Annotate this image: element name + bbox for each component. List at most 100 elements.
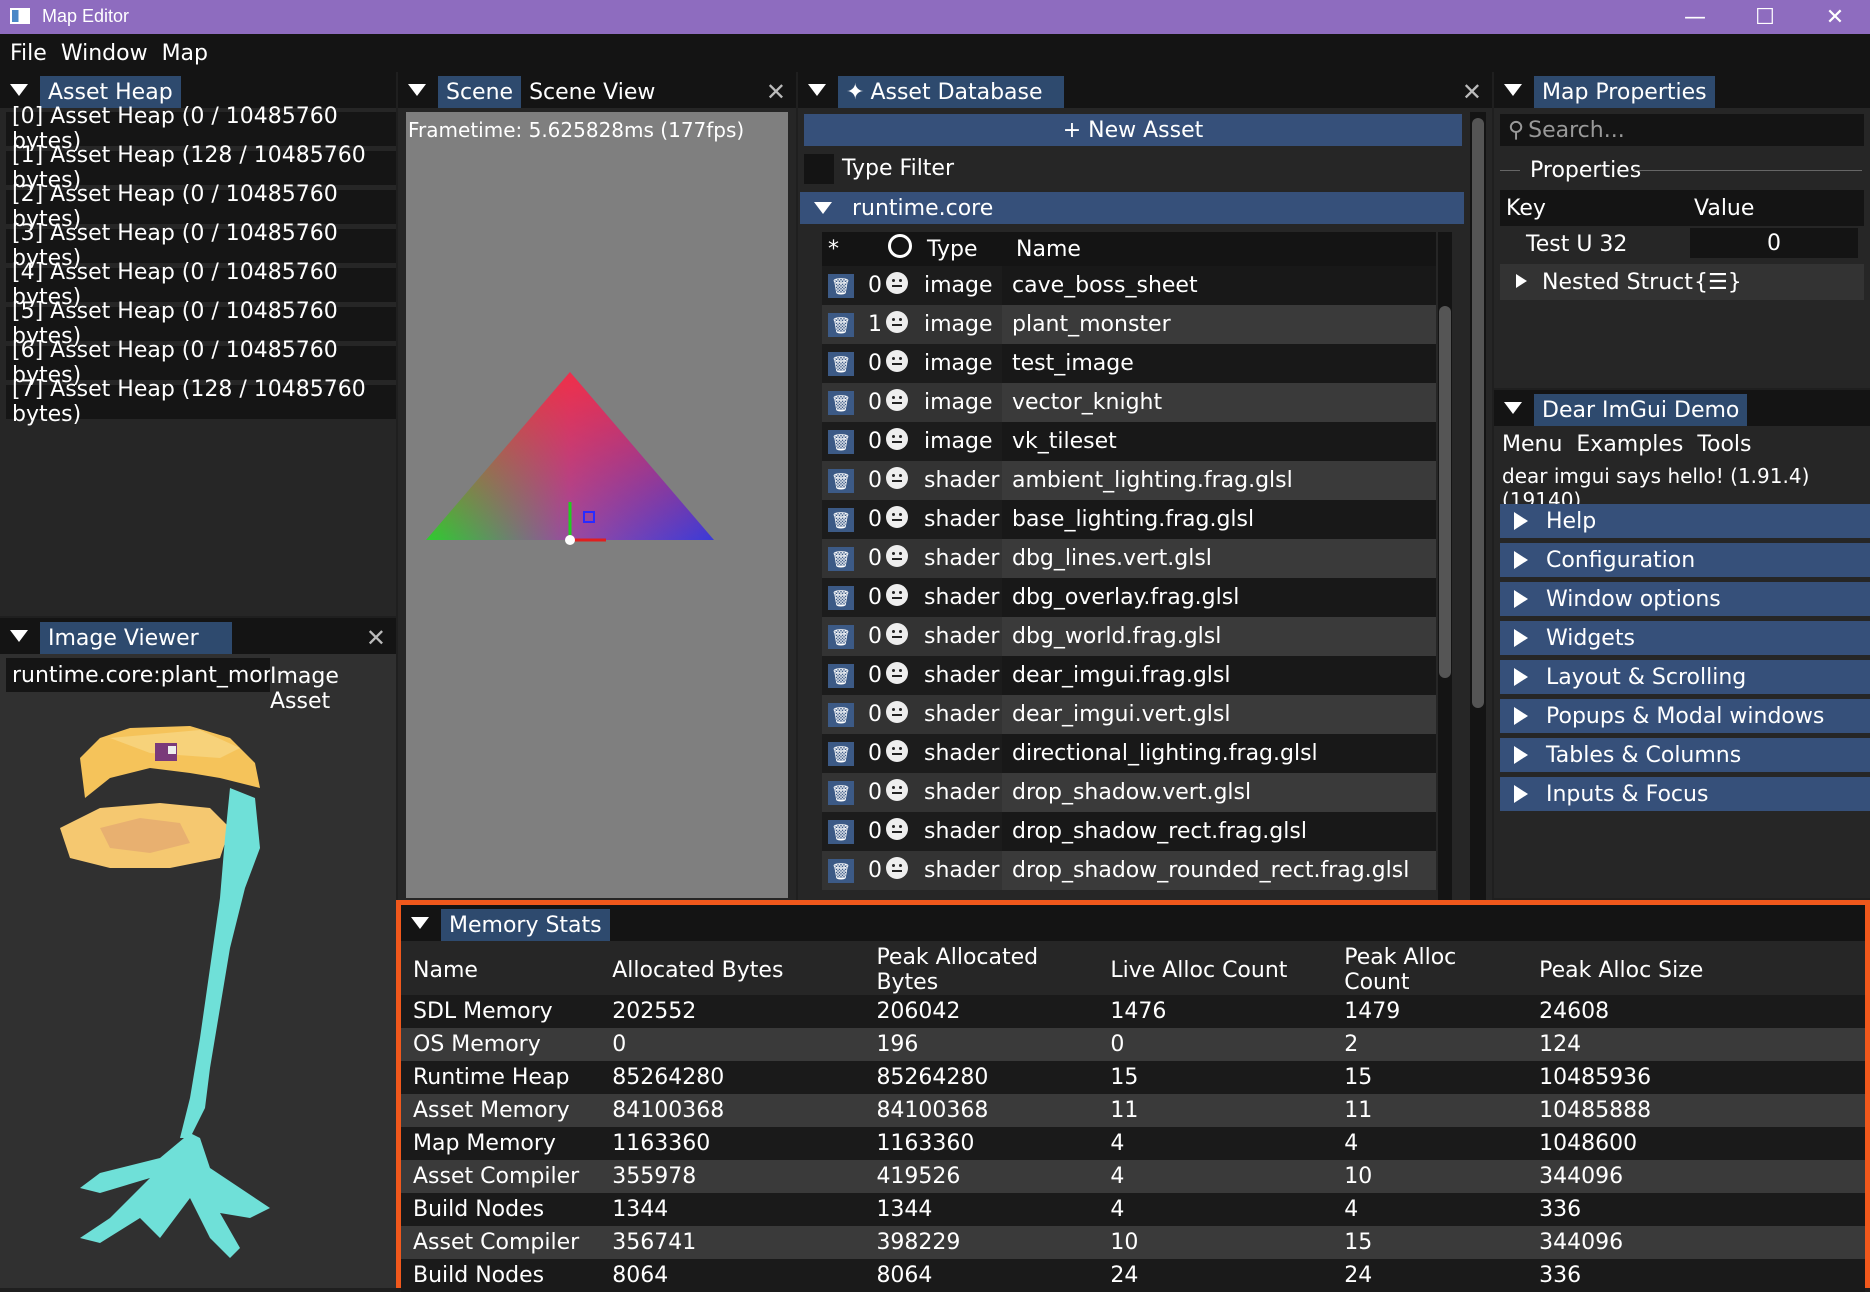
asset-row[interactable]: 🗑 0 shader dbg_overlay.frag.glsl	[822, 578, 1436, 617]
menu-window[interactable]: Window	[61, 41, 148, 66]
asset-name[interactable]: drop_shadow_rect.frag.glsl	[1002, 812, 1436, 851]
group-runtime-core[interactable]: runtime.core	[800, 192, 1464, 224]
close-icon[interactable]: ✕	[766, 78, 786, 106]
trash-icon[interactable]: 🗑	[828, 430, 854, 455]
asset-name[interactable]: drop_shadow_rounded_rect.frag.glsl	[1002, 851, 1436, 890]
collapse-icon[interactable]	[1504, 402, 1522, 414]
asset-row[interactable]: 🗑 0 image vector_knight	[822, 383, 1436, 422]
trash-icon[interactable]: 🗑	[828, 859, 854, 884]
demo-examples[interactable]: Examples	[1576, 432, 1683, 457]
asset-row[interactable]: 🗑 0 shader dbg_world.frag.glsl	[822, 617, 1436, 656]
trash-icon[interactable]: 🗑	[828, 469, 854, 494]
asset-name[interactable]: vk_tileset	[1002, 422, 1436, 461]
asset-name[interactable]: plant_monster	[1002, 305, 1436, 344]
asset-name[interactable]: ambient_lighting.frag.glsl	[1002, 461, 1436, 500]
asset-name[interactable]: cave_boss_sheet	[1002, 266, 1436, 305]
trash-icon[interactable]: 🗑	[828, 820, 854, 845]
close-icon[interactable]: ✕	[366, 624, 386, 652]
demo-tools[interactable]: Tools	[1697, 432, 1751, 457]
demo-section-tables[interactable]: Tables & Columns	[1500, 738, 1870, 772]
demo-section-layout[interactable]: Layout & Scrolling	[1500, 660, 1870, 694]
asset-row[interactable]: 🗑 0 image test_image	[822, 344, 1436, 383]
asset-heap-item[interactable]: [1] Asset Heap (128 / 10485760 bytes)	[6, 143, 396, 193]
asset-name[interactable]: dear_imgui.vert.glsl	[1002, 695, 1436, 734]
prop-row-nested[interactable]: Nested Struct {☰}	[1500, 264, 1864, 300]
asset-row[interactable]: 🗑 0 shader dbg_lines.vert.glsl	[822, 539, 1436, 578]
close-icon[interactable]: ✕	[1462, 78, 1482, 106]
search-input[interactable]: ⚲ Search...	[1500, 114, 1864, 146]
minimize-button[interactable]: —	[1660, 0, 1730, 34]
asset-row[interactable]: 🗑 0 image vk_tileset	[822, 422, 1436, 461]
asset-row[interactable]: 🗑 0 shader dear_imgui.frag.glsl	[822, 656, 1436, 695]
trash-icon[interactable]: 🗑	[828, 625, 854, 650]
close-button[interactable]: ✕	[1800, 0, 1870, 34]
asset-name[interactable]: vector_knight	[1002, 383, 1436, 422]
asset-name[interactable]: base_lighting.frag.glsl	[1002, 500, 1436, 539]
collapse-icon[interactable]	[411, 917, 429, 929]
trash-icon[interactable]: 🗑	[828, 391, 854, 416]
trash-icon[interactable]: 🗑	[828, 352, 854, 377]
image-path-field[interactable]: runtime.core:plant_monst	[6, 658, 270, 692]
menu-map[interactable]: Map	[162, 41, 208, 66]
expand-icon[interactable]	[1516, 274, 1527, 288]
asset-row[interactable]: 🗑 0 shader base_lighting.frag.glsl	[822, 500, 1436, 539]
scene-viewport[interactable]: Frametime: 5.625828ms (177fps)	[406, 112, 788, 898]
collapse-icon[interactable]	[10, 84, 28, 96]
demo-section-window-options[interactable]: Window options	[1500, 582, 1870, 616]
collapse-icon[interactable]	[808, 84, 826, 96]
asset-heap-item[interactable]: [2] Asset Heap (0 / 10485760 bytes)	[6, 182, 396, 232]
asset-name[interactable]: drop_shadow.vert.glsl	[1002, 773, 1436, 812]
asset-heap-item[interactable]: [7] Asset Heap (128 / 10485760 bytes)	[6, 377, 396, 427]
tab-imgui-demo[interactable]: Dear ImGui Demo	[1534, 394, 1748, 426]
trash-icon[interactable]: 🗑	[828, 547, 854, 572]
asset-heap-item[interactable]: [6] Asset Heap (0 / 10485760 bytes)	[6, 338, 396, 388]
maximize-button[interactable]: ☐	[1730, 0, 1800, 34]
scrollbar-track[interactable]	[1470, 112, 1486, 900]
demo-section-help[interactable]: Help	[1500, 504, 1870, 538]
asset-name[interactable]: dbg_world.frag.glsl	[1002, 617, 1436, 656]
asset-name[interactable]: dbg_overlay.frag.glsl	[1002, 578, 1436, 617]
asset-name[interactable]: dbg_lines.vert.glsl	[1002, 539, 1436, 578]
asset-heap-item[interactable]: [5] Asset Heap (0 / 10485760 bytes)	[6, 299, 396, 349]
tab-memory-stats[interactable]: Memory Stats	[441, 909, 610, 941]
new-asset-button[interactable]: + New Asset	[804, 114, 1462, 146]
trash-icon[interactable]: 🗑	[828, 664, 854, 689]
asset-row[interactable]: 🗑 0 shader dear_imgui.vert.glsl	[822, 695, 1436, 734]
scrollbar-thumb[interactable]	[1472, 118, 1484, 708]
asset-row[interactable]: 🗑 0 shader drop_shadow_rect.frag.glsl	[822, 812, 1436, 851]
trash-icon[interactable]: 🗑	[828, 508, 854, 533]
tab-image-viewer[interactable]: Image Viewer	[40, 622, 232, 654]
asset-heap-item[interactable]: [3] Asset Heap (0 / 10485760 bytes)	[6, 221, 396, 271]
table-scrollbar-thumb[interactable]	[1439, 306, 1451, 678]
collapse-icon[interactable]	[10, 630, 28, 642]
trash-icon[interactable]: 🗑	[828, 781, 854, 806]
demo-section-widgets[interactable]: Widgets	[1500, 621, 1870, 655]
tab-map-properties[interactable]: Map Properties	[1534, 76, 1715, 108]
asset-heap-item[interactable]: [0] Asset Heap (0 / 10485760 bytes)	[6, 104, 396, 154]
asset-row[interactable]: 🗑 0 image cave_boss_sheet	[822, 266, 1436, 305]
trash-icon[interactable]: 🗑	[828, 703, 854, 728]
demo-section-configuration[interactable]: Configuration	[1500, 543, 1870, 577]
tab-scene[interactable]: Scene	[438, 76, 522, 108]
table-scrollbar[interactable]	[1438, 232, 1452, 900]
asset-row[interactable]: 🗑 0 shader drop_shadow.vert.glsl	[822, 773, 1436, 812]
trash-icon[interactable]: 🗑	[828, 274, 854, 299]
demo-menu[interactable]: Menu	[1502, 432, 1562, 457]
tab-scene-view[interactable]: Scene View	[521, 76, 663, 108]
asset-heap-item[interactable]: [4] Asset Heap (0 / 10485760 bytes)	[6, 260, 396, 310]
demo-section-inputs[interactable]: Inputs & Focus	[1500, 777, 1870, 811]
asset-name[interactable]: test_image	[1002, 344, 1436, 383]
prop-value-input[interactable]: 0	[1690, 228, 1858, 258]
asset-name[interactable]: directional_lighting.frag.glsl	[1002, 734, 1436, 773]
tab-asset-database[interactable]: ✦ Asset Database	[838, 76, 1064, 108]
menu-file[interactable]: File	[10, 41, 47, 66]
demo-section-popups[interactable]: Popups & Modal windows	[1500, 699, 1870, 733]
asset-row[interactable]: 🗑 0 shader directional_lighting.frag.glsl	[822, 734, 1436, 773]
collapse-icon[interactable]	[408, 84, 426, 96]
trash-icon[interactable]: 🗑	[828, 742, 854, 767]
asset-row[interactable]: 🗑 1 image plant_monster	[822, 305, 1436, 344]
trash-icon[interactable]: 🗑	[828, 313, 854, 338]
collapse-icon[interactable]	[1504, 84, 1522, 96]
asset-row[interactable]: 🗑 0 shader ambient_lighting.frag.glsl	[822, 461, 1436, 500]
type-filter-checkbox[interactable]	[804, 154, 834, 184]
